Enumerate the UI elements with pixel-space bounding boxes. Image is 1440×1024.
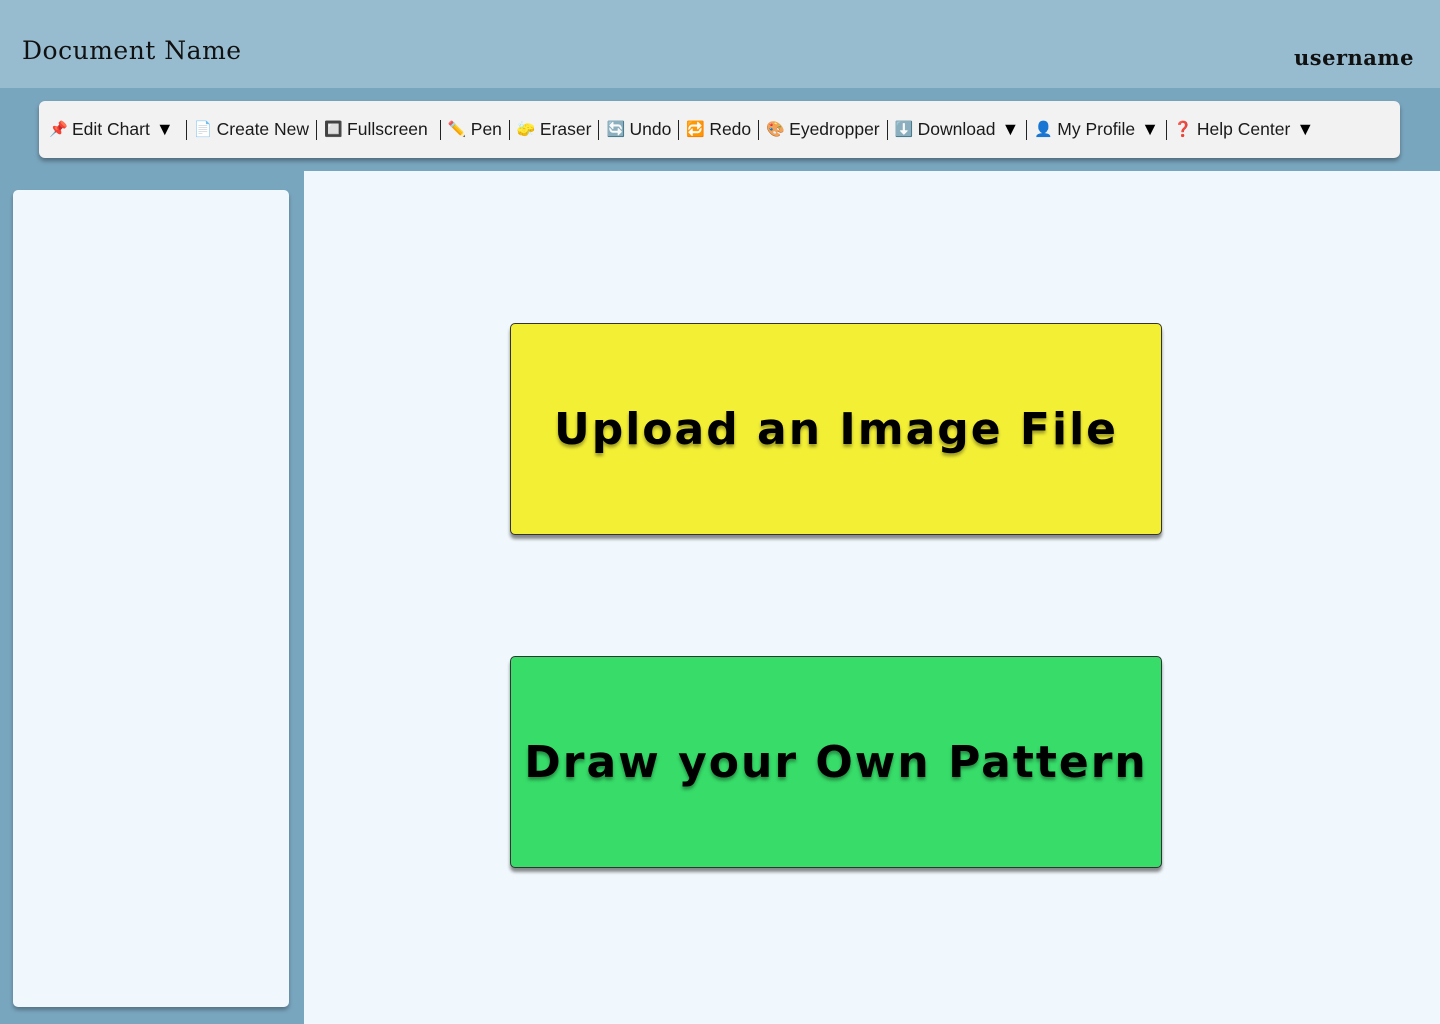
document-icon: 📄 [193, 120, 213, 138]
chevron-down-icon: ▼ [1141, 119, 1159, 139]
username-label[interactable]: username [1294, 45, 1414, 70]
download-label: Download [917, 119, 996, 139]
chevron-down-icon: ▼ [1001, 119, 1020, 139]
undo-label: Undo [629, 119, 672, 139]
pencil-icon: ✏️ [447, 120, 467, 138]
toolbar-divider [508, 119, 510, 140]
help-center-button[interactable]: ❓ Help Center ▼ [1174, 119, 1314, 140]
toolbar: 📌 Edit Chart ▼ 📄 Create New 🔲 Fullscreen… [39, 101, 1400, 158]
chevron-down-icon: ▼ [155, 119, 174, 139]
upload-image-button[interactable]: Upload an Image File [510, 323, 1162, 535]
toolbar-divider [598, 119, 600, 140]
redo-label: Redo [709, 119, 752, 139]
toolbar-divider [316, 119, 318, 140]
edit-chart-label: Edit Chart [72, 119, 150, 139]
download-icon: ⬇️ [894, 120, 914, 138]
toolbar-divider [185, 119, 187, 140]
my-profile-button[interactable]: 👤 My Profile ▼ [1034, 119, 1159, 140]
undo-icon: 🔄 [606, 120, 626, 138]
toolbar-divider [886, 119, 888, 140]
undo-button[interactable]: 🔄 Undo [606, 119, 671, 140]
draw-pattern-button[interactable]: Draw your Own Pattern [510, 656, 1162, 868]
redo-icon: 🔁 [686, 120, 705, 138]
download-button[interactable]: ⬇️ Download ▼ [895, 119, 1020, 140]
fullscreen-icon: 🔲 [324, 120, 343, 138]
eraser-label: Eraser [539, 119, 592, 139]
eraser-button[interactable]: 🧽 Eraser [517, 119, 592, 140]
edit-chart-button[interactable]: 📌 Edit Chart ▼ [49, 119, 174, 140]
app-header: Document Name username [0, 0, 1440, 88]
create-new-label: Create New [216, 119, 310, 139]
help-center-label: Help Center [1196, 119, 1291, 139]
fullscreen-button[interactable]: 🔲 Fullscreen [324, 119, 428, 140]
question-icon: ❓ [1173, 120, 1193, 138]
toolbar-divider [678, 119, 680, 140]
pen-button[interactable]: ✏️ Pen [448, 119, 502, 140]
toolbar-divider [1026, 119, 1028, 140]
main-panel: Upload an Image File Draw your Own Patte… [304, 171, 1440, 1024]
document-name[interactable]: Document Name [22, 36, 242, 65]
toolbar-divider [758, 119, 760, 140]
eyedropper-label: Eyedropper [789, 119, 880, 139]
toolbar-divider [1165, 119, 1167, 140]
user-icon: 👤 [1034, 120, 1053, 138]
fullscreen-label: Fullscreen [347, 119, 428, 139]
create-new-button[interactable]: 📄 Create New [194, 119, 309, 140]
eraser-icon: 🧽 [516, 120, 536, 138]
pen-label: Pen [470, 119, 502, 139]
toolbar-divider [439, 119, 441, 140]
pin-icon: 📌 [49, 120, 68, 138]
palette-icon: 🎨 [766, 120, 785, 138]
redo-button[interactable]: 🔁 Redo [686, 119, 751, 140]
eyedropper-button[interactable]: 🎨 Eyedropper [766, 119, 879, 140]
my-profile-label: My Profile [1057, 119, 1136, 139]
sidebar-panel [13, 190, 289, 1007]
chevron-down-icon: ▼ [1296, 119, 1315, 139]
